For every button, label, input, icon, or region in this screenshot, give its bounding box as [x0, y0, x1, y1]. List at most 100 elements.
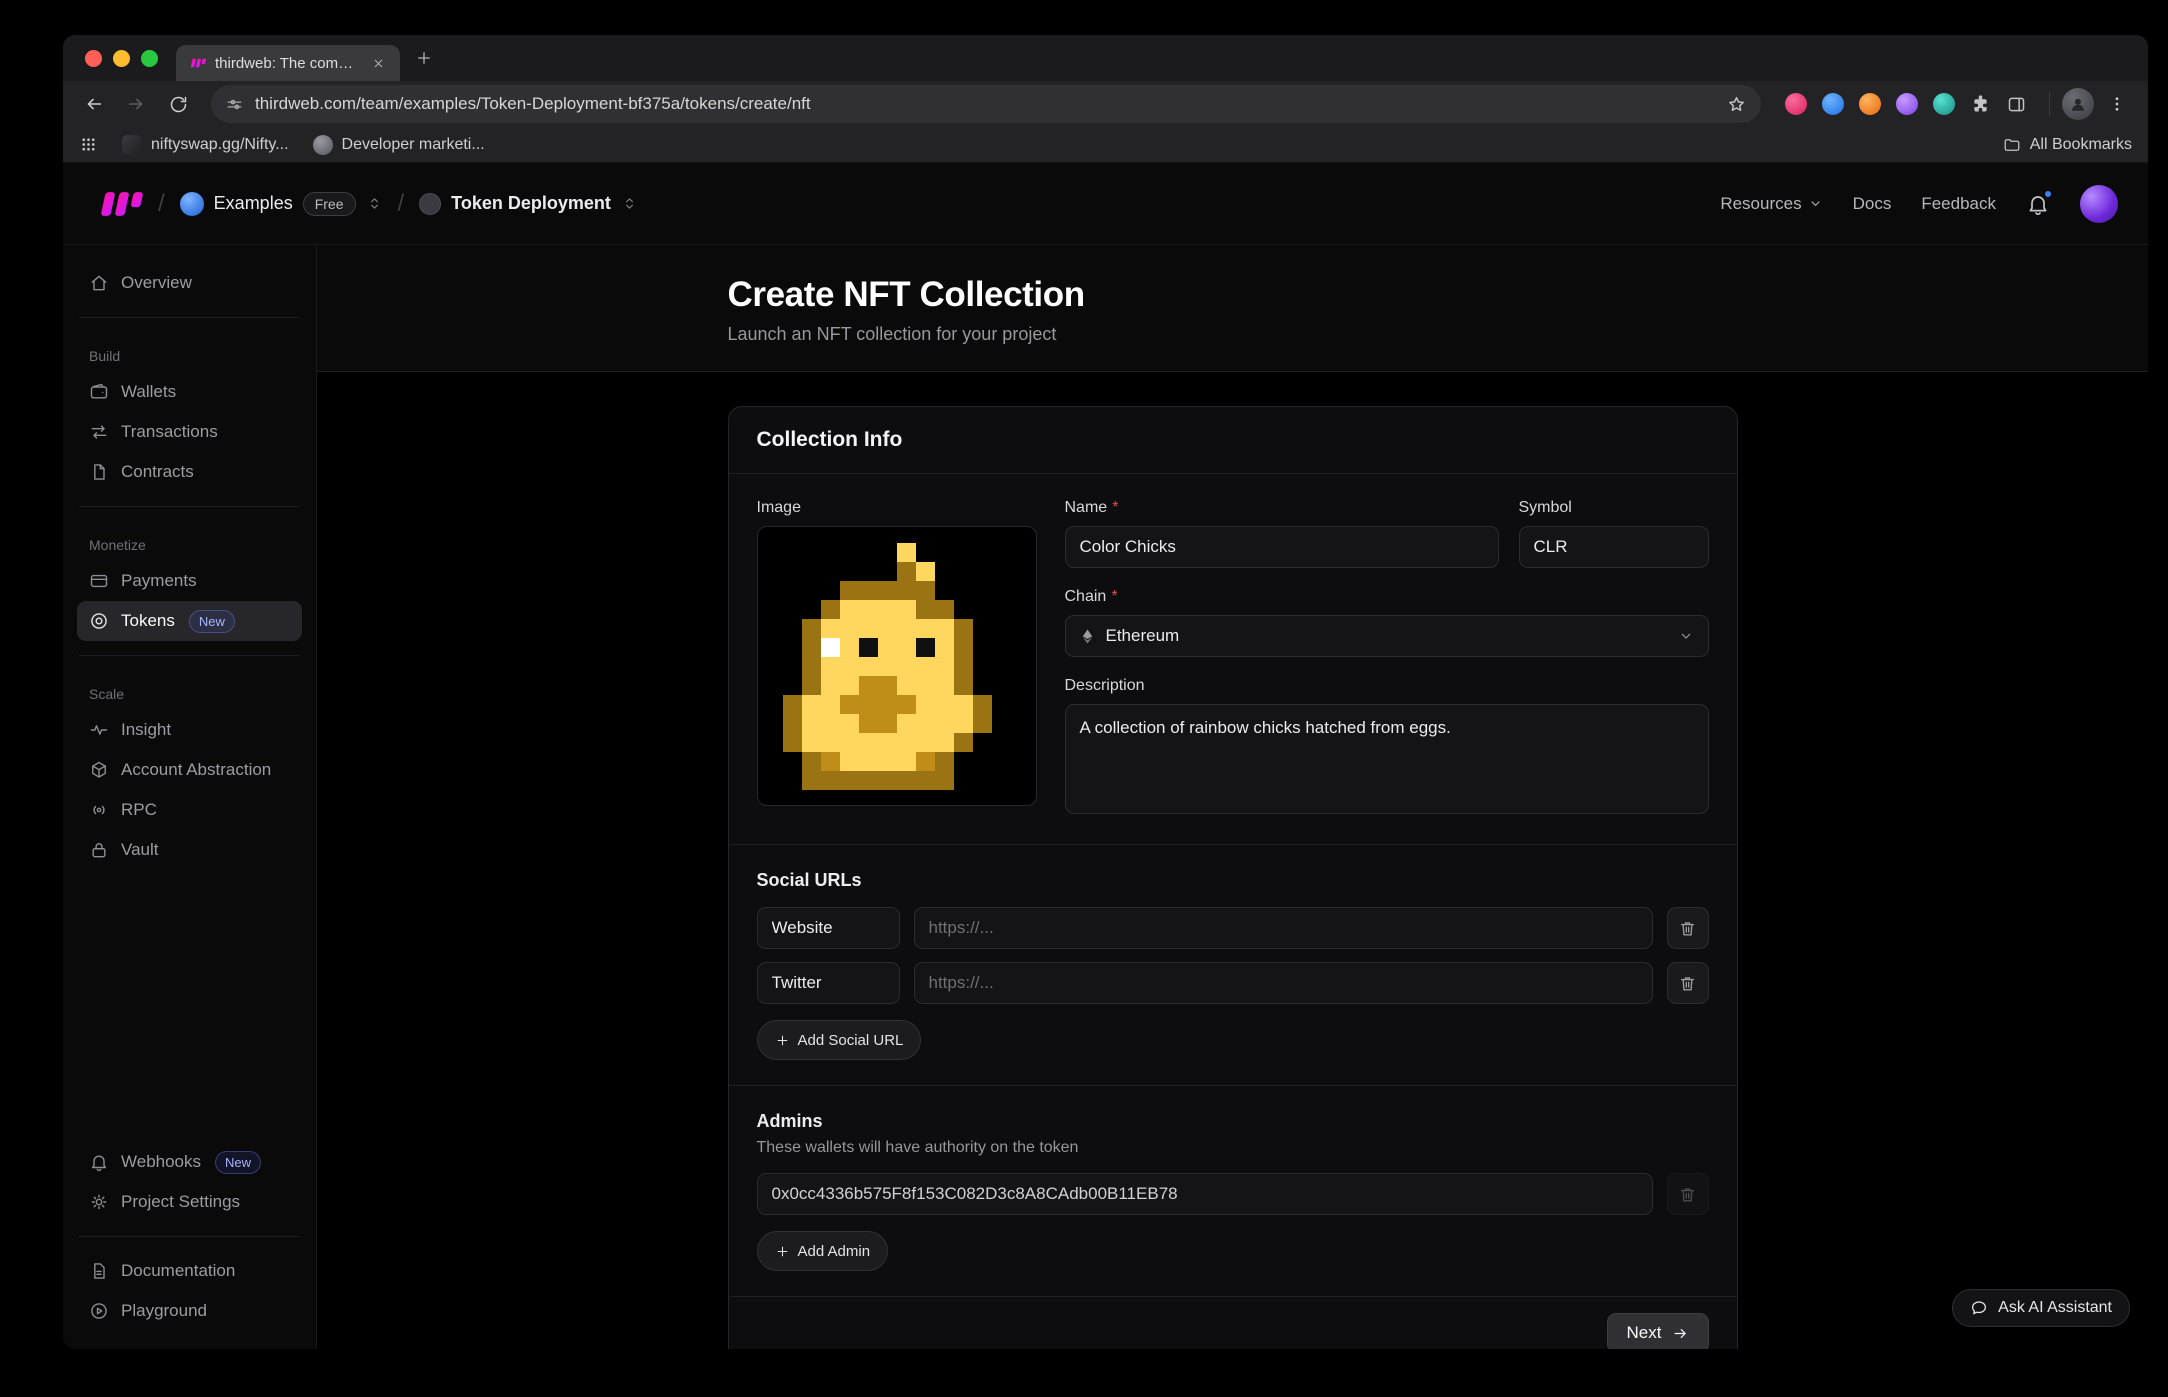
minimize-window-button[interactable]	[113, 50, 130, 67]
sidebar-item-playground[interactable]: Playground	[77, 1291, 302, 1331]
resources-label: Resources	[1720, 194, 1801, 214]
symbol-label: Symbol	[1519, 499, 1572, 517]
close-window-button[interactable]	[85, 50, 102, 67]
add-admin-button[interactable]: Add Admin	[757, 1231, 889, 1271]
sidebar-group-label: Scale	[77, 686, 302, 702]
account-avatar[interactable]	[2080, 185, 2118, 223]
chevron-up-down-icon	[366, 195, 383, 212]
sidebar-item-vault[interactable]: Vault	[77, 830, 302, 870]
main-area: Create NFT Collection Launch an NFT coll…	[317, 245, 2148, 1349]
admin-address-input[interactable]	[757, 1173, 1653, 1215]
sidebar-item-tokens[interactable]: Tokens New	[77, 601, 302, 641]
credit-card-icon	[89, 571, 109, 591]
bookmark-label: niftyswap.gg/Nifty...	[151, 136, 289, 154]
social-url-input[interactable]	[914, 962, 1653, 1004]
bookmark-label: Developer marketi...	[342, 136, 485, 154]
reload-button[interactable]	[159, 85, 197, 123]
extension-icon[interactable]	[1785, 93, 1807, 115]
bookmark-item[interactable]: niftyswap.gg/Nifty...	[122, 135, 289, 155]
play-icon	[89, 1301, 109, 1321]
apps-grid-icon[interactable]	[79, 135, 98, 154]
toolbar-divider	[2049, 92, 2050, 116]
feedback-link[interactable]: Feedback	[1921, 194, 1996, 214]
delete-admin-button[interactable]	[1667, 1173, 1709, 1215]
wallet-icon	[89, 382, 109, 402]
extension-icon[interactable]	[1822, 93, 1844, 115]
trash-icon	[1678, 919, 1697, 938]
sidebar-item-contracts[interactable]: Contracts	[77, 452, 302, 492]
tab-strip: thirdweb: The complete web3...	[63, 35, 2148, 81]
symbol-input[interactable]	[1519, 526, 1709, 568]
address-bar[interactable]: thirdweb.com/team/examples/Token-Deploym…	[211, 85, 1761, 123]
sidebar-item-transactions[interactable]: Transactions	[77, 412, 302, 452]
plus-icon	[775, 1244, 790, 1259]
sidebar-divider	[79, 1236, 300, 1237]
url-text: thirdweb.com/team/examples/Token-Deploym…	[255, 94, 1715, 114]
admins-subtitle: These wallets will have authority on the…	[757, 1139, 1709, 1157]
social-urls-title: Social URLs	[757, 870, 1709, 891]
sidebar-item-label: RPC	[121, 800, 157, 820]
header-nav: Resources Docs Feedback	[1720, 185, 2118, 223]
delete-social-url-button[interactable]	[1667, 907, 1709, 949]
site-controls-icon[interactable]	[225, 95, 244, 114]
sidebar-item-wallets[interactable]: Wallets	[77, 372, 302, 412]
chat-bubble-icon	[1970, 1299, 1988, 1317]
social-url-row	[757, 962, 1709, 1004]
docs-link[interactable]: Docs	[1853, 194, 1892, 214]
social-url-input[interactable]	[914, 907, 1653, 949]
resources-menu[interactable]: Resources	[1720, 194, 1822, 214]
project-name: Token Deployment	[451, 193, 611, 214]
sidebar-item-label: Transactions	[121, 422, 218, 442]
ask-ai-assistant-button[interactable]: Ask AI Assistant	[1952, 1289, 2130, 1327]
sidebar-item-webhooks[interactable]: Webhooks New	[77, 1142, 302, 1182]
new-tab-button[interactable]	[406, 40, 442, 76]
next-button[interactable]: Next	[1607, 1313, 1709, 1349]
bookmark-item[interactable]: Developer marketi...	[313, 135, 485, 155]
extensions-puzzle-icon[interactable]	[1970, 94, 1991, 115]
sidebar-item-account-abstraction[interactable]: Account Abstraction	[77, 750, 302, 790]
sidebar-item-insight[interactable]: Insight	[77, 710, 302, 750]
add-social-url-button[interactable]: Add Social URL	[757, 1020, 922, 1060]
sidebar-item-rpc[interactable]: RPC	[77, 790, 302, 830]
sidebar-item-label: Wallets	[121, 382, 176, 402]
social-platform-input[interactable]	[757, 962, 900, 1004]
forward-button[interactable]	[117, 85, 155, 123]
browser-menu-icon[interactable]	[2098, 85, 2136, 123]
zoom-window-button[interactable]	[141, 50, 158, 67]
notifications-button[interactable]	[2026, 192, 2050, 216]
sidebar-divider	[79, 317, 300, 318]
extension-icon[interactable]	[1859, 93, 1881, 115]
back-button[interactable]	[75, 85, 113, 123]
page-title: Create NFT Collection	[728, 275, 1738, 315]
sidebar-item-overview[interactable]: Overview	[77, 263, 302, 303]
sidebar-item-documentation[interactable]: Documentation	[77, 1251, 302, 1291]
add-admin-label: Add Admin	[798, 1243, 871, 1260]
traffic-lights	[85, 50, 158, 67]
bookmark-star-icon[interactable]	[1726, 94, 1747, 115]
extension-icon[interactable]	[1896, 93, 1918, 115]
sidebar-divider	[79, 506, 300, 507]
description-textarea[interactable]: A collection of rainbow chicks hatched f…	[1065, 704, 1709, 814]
side-panel-icon[interactable]	[2006, 94, 2027, 115]
browser-tab[interactable]: thirdweb: The complete web3...	[176, 45, 400, 81]
name-input[interactable]	[1065, 526, 1499, 568]
chain-select[interactable]: Ethereum	[1065, 615, 1709, 657]
sidebar-item-project-settings[interactable]: Project Settings	[77, 1182, 302, 1222]
social-platform-input[interactable]	[757, 907, 900, 949]
project-switcher[interactable]: Token Deployment	[419, 193, 638, 215]
all-bookmarks-button[interactable]: All Bookmarks	[2003, 136, 2132, 154]
project-avatar	[419, 193, 441, 215]
delete-social-url-button[interactable]	[1667, 962, 1709, 1004]
browser-profile-avatar[interactable]	[2062, 88, 2094, 120]
tab-close-icon[interactable]	[368, 53, 388, 73]
bookmark-favicon	[313, 135, 333, 155]
team-switcher[interactable]: Examples Free	[180, 192, 383, 216]
all-bookmarks-label: All Bookmarks	[2030, 136, 2132, 154]
thirdweb-logo[interactable]	[93, 190, 143, 218]
image-upload-box[interactable]	[757, 526, 1037, 806]
thirdweb-favicon	[188, 56, 206, 70]
extension-icon[interactable]	[1933, 93, 1955, 115]
team-name: Examples	[214, 193, 293, 214]
sidebar-item-payments[interactable]: Payments	[77, 561, 302, 601]
tab-title: thirdweb: The complete web3...	[215, 55, 359, 72]
